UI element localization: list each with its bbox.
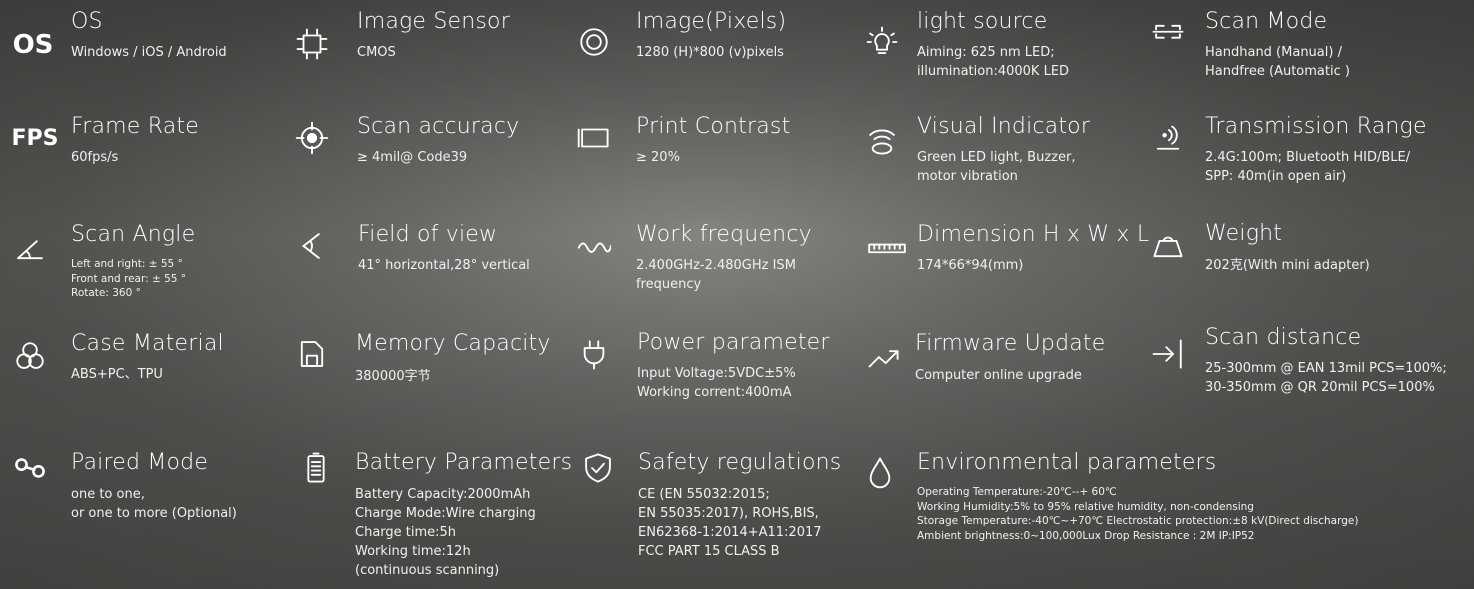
spec-title: Weight: [1205, 221, 1283, 246]
circles-icon: [10, 336, 50, 376]
spec-title: light source: [917, 9, 1048, 34]
spec-title: Power parameter: [637, 330, 830, 355]
spec-desc: CE (EN 55032:2015; EN 55035:2017), ROHS,B…: [638, 487, 822, 559]
chip-icon: [292, 24, 332, 64]
spec-title: Field of view: [358, 222, 498, 247]
spec-title: Memory Capacity: [355, 331, 551, 356]
spec-desc: 2.4G:100m; Bluetooth HID/BLE/SPP: 40m(in…: [1205, 150, 1411, 184]
spec-desc: Input Voltage:5VDC±5% Working corrent:400…: [637, 366, 796, 400]
trend-icon: [864, 338, 904, 378]
spec-desc: 25-300mm @ EAN 13mil PCS=100%; 30-350mm @…: [1205, 361, 1447, 395]
crosshair-icon: [292, 118, 332, 158]
spec-title: Firmware Update: [915, 331, 1106, 356]
spec-desc: Operating Temperature:-20℃--+ 60℃ Working…: [917, 486, 1359, 542]
spec-desc: 2.400GHz-2.480GHz ISM frequency: [636, 258, 796, 292]
rectangle-icon: [574, 118, 614, 158]
spec-title: Environmental parameters: [917, 450, 1217, 475]
spec-desc: 41° horizontal,28° vertical: [358, 258, 530, 273]
spec-desc: Aiming: 625 nm LED; illumination:4000K LE…: [917, 45, 1070, 79]
spec-desc: 174*66*94(mm): [917, 258, 1024, 273]
spec-title: Scan distance: [1205, 325, 1362, 350]
spec-desc: Left and right: ± 55 ° Front and rear: ± …: [71, 258, 187, 299]
spec-desc: Computer online upgrade: [915, 368, 1082, 383]
spec-desc: 1280 (H)*800 (v)pixels: [636, 45, 784, 60]
wireless-icon: [1148, 116, 1188, 156]
spec-desc: ≥ 4mil@ Code39: [357, 150, 468, 165]
memory-icon: [292, 334, 332, 374]
spec-desc: CMOS: [357, 45, 396, 60]
ruler-icon: [864, 228, 910, 268]
spec-desc: 202克(With mini adapter): [1205, 258, 1370, 273]
spec-title: Safety regulations: [638, 450, 842, 475]
spec-title: Transmission Range: [1205, 114, 1427, 139]
spec-title: Visual Indicator: [917, 114, 1091, 139]
spec-title: Scan Angle: [71, 222, 196, 247]
spec-title: Dimension H x W x L: [917, 222, 1150, 247]
spec-title: Work frequency: [636, 222, 812, 247]
angle-icon: [10, 228, 50, 268]
spec-desc: ≥ 20%: [636, 150, 680, 165]
arrow-bar-icon: [1148, 334, 1188, 374]
target-circle-icon: [574, 22, 614, 62]
plug-icon: [574, 334, 614, 374]
spec-title: Image Sensor: [357, 9, 510, 34]
spec-desc: ABS+PC、TPU: [71, 367, 163, 382]
battery-icon: [296, 448, 336, 488]
signal-icon: [862, 120, 902, 160]
spec-desc: Handhand (Manual) / Handfree (Automatic ): [1205, 45, 1350, 79]
spec-title: OS: [71, 9, 103, 34]
spec-desc: Windows / iOS / Android: [71, 45, 227, 60]
view-angle-icon: [292, 226, 332, 266]
wave-icon: [574, 226, 614, 266]
spec-title: Print Contrast: [636, 114, 791, 139]
spec-title: Paired Mode: [71, 450, 209, 475]
spec-desc: one to one, or one to more (Optional): [71, 487, 237, 521]
weight-icon: [1148, 226, 1188, 266]
drop-icon: [860, 452, 900, 492]
scan-frame-icon: [1148, 16, 1188, 56]
spec-desc: 380000字节: [355, 369, 431, 384]
spec-title: Frame Rate: [71, 114, 199, 139]
spec-title: Case Material: [71, 331, 224, 356]
link-icon: [10, 448, 50, 488]
spec-desc: Battery Capacity:2000mAh Charge Mode:Wire…: [355, 487, 536, 578]
bulb-icon: [862, 22, 902, 62]
spec-desc: 60fps/s: [71, 150, 119, 165]
shield-check-icon: [578, 448, 618, 488]
fps-icon: FPS: [11, 125, 59, 151]
spec-desc: Green LED light, Buzzer, motor vibration: [917, 150, 1076, 184]
spec-title: Scan Mode: [1205, 9, 1328, 34]
spec-title: Battery Parameters: [355, 450, 573, 475]
os-icon: OS: [12, 30, 54, 60]
spec-title: Scan accuracy: [357, 114, 520, 139]
spec-title: Image(Pixels): [636, 9, 787, 34]
